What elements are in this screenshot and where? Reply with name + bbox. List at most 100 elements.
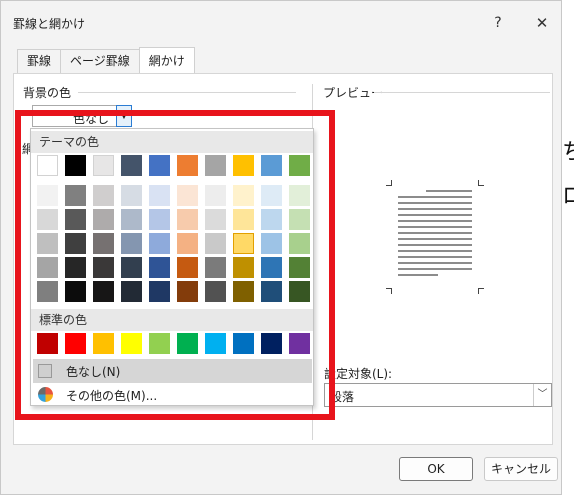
theme-shade-swatch[interactable] — [177, 185, 198, 206]
theme-color-swatch[interactable] — [149, 155, 170, 176]
theme-shade-swatch[interactable] — [205, 257, 226, 278]
theme-shade-swatch[interactable] — [93, 281, 114, 302]
standard-color-swatch[interactable] — [177, 333, 198, 354]
theme-shade-swatch[interactable] — [205, 233, 226, 254]
tab-shading[interactable]: 網かけ — [138, 47, 195, 73]
standard-color-swatch[interactable] — [205, 333, 226, 354]
tab-page-borders[interactable]: ページ罫線 — [60, 49, 140, 73]
preview-text-line — [398, 202, 472, 204]
no-color-option[interactable]: 色なし(N) — [33, 359, 312, 383]
theme-shade-swatch[interactable] — [177, 209, 198, 230]
theme-color-swatch[interactable] — [121, 155, 142, 176]
theme-shade-swatch[interactable] — [37, 257, 58, 278]
theme-color-swatch[interactable] — [93, 155, 114, 176]
apply-to-select[interactable]: 段落 ﹀ — [324, 383, 552, 407]
theme-shade-swatch[interactable] — [205, 281, 226, 302]
theme-shade-swatch[interactable] — [289, 209, 310, 230]
theme-shade-swatch[interactable] — [177, 257, 198, 278]
theme-shade-swatch[interactable] — [121, 281, 142, 302]
theme-shade-swatch[interactable] — [65, 233, 86, 254]
theme-shade-swatch[interactable] — [177, 281, 198, 302]
theme-shade-swatch[interactable] — [65, 209, 86, 230]
theme-shade-swatch[interactable] — [65, 185, 86, 206]
theme-shade-swatch[interactable] — [65, 257, 86, 278]
theme-shade-swatch[interactable] — [289, 257, 310, 278]
standard-color-swatch[interactable] — [149, 333, 170, 354]
theme-shade-swatch[interactable] — [261, 185, 282, 206]
corner-mark — [478, 288, 484, 294]
theme-shade-swatch[interactable] — [289, 185, 310, 206]
theme-shade-swatch[interactable] — [37, 185, 58, 206]
close-button[interactable]: ✕ — [527, 11, 557, 35]
theme-color-swatch[interactable] — [177, 155, 198, 176]
theme-shade-swatch[interactable] — [289, 233, 310, 254]
theme-shade-swatch[interactable] — [233, 233, 254, 254]
theme-shade-swatch[interactable] — [121, 257, 142, 278]
preview-text-line — [398, 214, 472, 216]
theme-shade-swatch[interactable] — [233, 209, 254, 230]
theme-shade-swatch[interactable] — [37, 209, 58, 230]
preview-text-line — [398, 226, 472, 228]
theme-shade-swatch[interactable] — [177, 233, 198, 254]
help-button[interactable]: ? — [483, 11, 513, 35]
theme-shade-swatch[interactable] — [205, 209, 226, 230]
preview-area — [376, 170, 494, 304]
theme-shade-swatch[interactable] — [93, 185, 114, 206]
theme-shade-swatch[interactable] — [149, 209, 170, 230]
standard-color-swatch[interactable] — [37, 333, 58, 354]
preview-text-line — [398, 262, 472, 264]
theme-shade-swatch[interactable] — [261, 257, 282, 278]
no-color-chip — [38, 364, 52, 378]
background-color-select[interactable]: 色なし ▼ — [32, 105, 132, 127]
divider — [374, 92, 550, 93]
standard-color-swatch[interactable] — [93, 333, 114, 354]
theme-shade-swatch[interactable] — [121, 209, 142, 230]
preview-text-line — [398, 232, 472, 234]
ok-button[interactable]: OK — [399, 457, 473, 481]
theme-shade-swatch[interactable] — [149, 185, 170, 206]
theme-shade-swatch[interactable] — [93, 257, 114, 278]
theme-color-swatch[interactable] — [205, 155, 226, 176]
theme-shade-swatch[interactable] — [289, 281, 310, 302]
theme-shade-swatch[interactable] — [37, 281, 58, 302]
chevron-down-icon[interactable]: ﹀ — [533, 384, 551, 406]
theme-shade-swatch[interactable] — [149, 233, 170, 254]
theme-shade-swatch[interactable] — [121, 233, 142, 254]
theme-color-swatch[interactable] — [261, 155, 282, 176]
standard-color-swatch[interactable] — [121, 333, 142, 354]
theme-shade-swatch[interactable] — [149, 281, 170, 302]
standard-color-swatch[interactable] — [289, 333, 310, 354]
preview-text-line — [398, 256, 472, 258]
cancel-button[interactable]: キャンセル — [484, 457, 558, 481]
theme-shade-swatch[interactable] — [261, 281, 282, 302]
theme-shade-swatch[interactable] — [233, 257, 254, 278]
tab-borders[interactable]: 罫線 — [17, 49, 62, 73]
theme-color-swatch[interactable] — [65, 155, 86, 176]
theme-color-swatch[interactable] — [233, 155, 254, 176]
theme-shade-swatch[interactable] — [233, 185, 254, 206]
theme-color-swatch[interactable] — [289, 155, 310, 176]
theme-colors-header: テーマの色 — [31, 131, 313, 153]
color-picker-dropdown: テーマの色 標準の色 色なし(N) その他の色(M)... — [30, 128, 314, 406]
corner-mark — [386, 180, 392, 186]
standard-color-swatch[interactable] — [65, 333, 86, 354]
doc-text-fragment: ロ — [562, 184, 574, 209]
theme-shade-swatch[interactable] — [93, 233, 114, 254]
theme-color-swatch[interactable] — [37, 155, 58, 176]
chevron-down-icon[interactable]: ▼ — [116, 105, 132, 127]
theme-shade-swatch[interactable] — [233, 281, 254, 302]
standard-color-swatch[interactable] — [233, 333, 254, 354]
theme-shade-swatch[interactable] — [261, 233, 282, 254]
standard-color-swatch[interactable] — [261, 333, 282, 354]
theme-shade-swatch[interactable] — [149, 257, 170, 278]
divider — [78, 92, 296, 93]
preview-text-line — [398, 238, 472, 240]
theme-shade-swatch[interactable] — [37, 233, 58, 254]
theme-shade-swatch[interactable] — [121, 185, 142, 206]
theme-shade-swatch[interactable] — [93, 209, 114, 230]
more-colors-option[interactable]: その他の色(M)... — [33, 383, 312, 407]
tab-strip: 罫線 ページ罫線 網かけ — [17, 47, 195, 73]
theme-shade-swatch[interactable] — [205, 185, 226, 206]
theme-shade-swatch[interactable] — [261, 209, 282, 230]
theme-shade-swatch[interactable] — [65, 281, 86, 302]
